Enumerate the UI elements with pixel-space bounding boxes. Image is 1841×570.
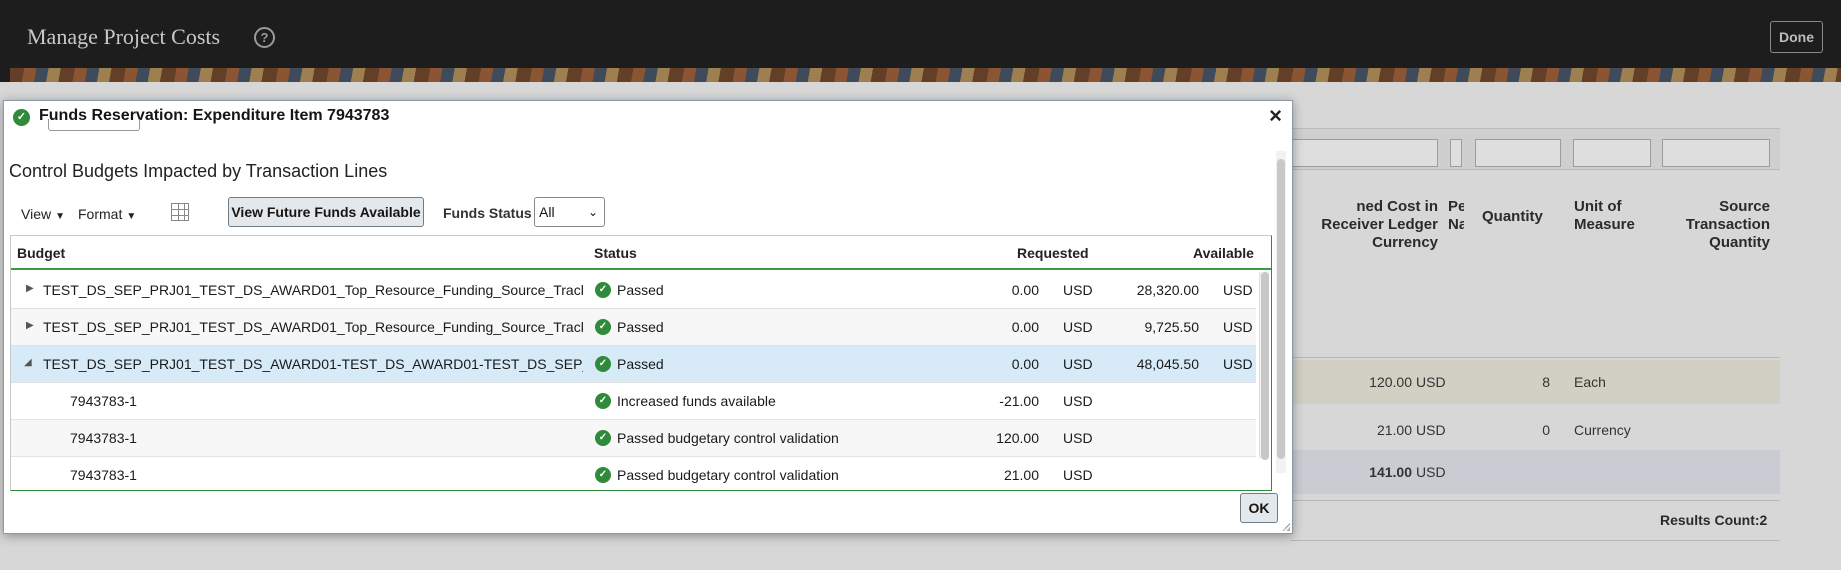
table-total-row: 141.00 USD xyxy=(1290,450,1780,494)
resize-handle-icon[interactable] xyxy=(1282,523,1290,531)
table-row-selected[interactable]: ◢ TEST_DS_SEP_PRJ01_TEST_DS_AWARD01-TEST… xyxy=(11,346,1256,383)
table-scrollbar[interactable] xyxy=(1259,272,1269,460)
ok-button[interactable]: OK xyxy=(1240,493,1278,523)
caret-down-icon: ▼ xyxy=(126,211,137,222)
filter-input[interactable] xyxy=(1290,139,1438,167)
chevron-down-icon: ⌄ xyxy=(587,205,598,219)
close-icon[interactable]: × xyxy=(1269,103,1282,129)
budgets-table: Budget Status Requested Available ▶ TEST… xyxy=(10,235,1272,491)
filter-input[interactable] xyxy=(1573,139,1651,167)
background-filter-bar xyxy=(1290,128,1780,170)
dialog-scrollbar[interactable] xyxy=(1276,151,1286,473)
funds-status-select[interactable]: All ⌄ xyxy=(534,197,605,227)
table-toolbar: View ▼ Format ▼ View Future Funds Availabl… xyxy=(4,197,1274,231)
done-button[interactable]: Done xyxy=(1770,21,1823,53)
collapse-icon[interactable]: ◢ xyxy=(24,357,32,368)
success-check-icon: ✓ xyxy=(595,430,611,446)
filter-input[interactable] xyxy=(1450,139,1462,167)
results-count: Results Count:2 xyxy=(1660,512,1768,528)
help-icon[interactable]: ? xyxy=(254,27,275,48)
success-check-icon: ✓ xyxy=(595,393,611,409)
column-header: Source Transaction Quantity xyxy=(1685,198,1770,251)
column-header-budget[interactable]: Budget xyxy=(17,245,65,261)
expand-icon[interactable]: ▶ xyxy=(26,320,34,331)
funds-reservation-dialog: ✓ Funds Reservation: Expenditure Item 79… xyxy=(3,100,1293,534)
table-row[interactable]: 120.00 USD 8 Each xyxy=(1290,360,1780,404)
table-row[interactable]: 7943783-1 ✓ Increased funds available -2… xyxy=(11,383,1256,420)
app-header: Manage Project Costs ? Done xyxy=(0,0,1841,82)
success-check-icon: ✓ xyxy=(595,356,611,372)
section-title: Control Budgets Impacted by Transaction … xyxy=(9,161,388,181)
background-table-header: ned Cost in Receiver Ledger Currency Pe … xyxy=(1290,198,1780,263)
partially-hidden-button[interactable] xyxy=(48,119,140,131)
filter-input[interactable] xyxy=(1662,139,1770,167)
freeze-columns-icon[interactable] xyxy=(171,203,189,221)
table-row[interactable]: ▶ TEST_DS_SEP_PRJ01_TEST_DS_AWARD01_Top_… xyxy=(11,272,1256,309)
column-header-available[interactable]: Available xyxy=(1193,245,1254,261)
column-header-requested[interactable]: Requested xyxy=(1017,245,1089,261)
success-check-icon: ✓ xyxy=(595,319,611,335)
header-banner-image xyxy=(10,68,1841,82)
table-row[interactable]: 21.00 USD 0 Currency xyxy=(1290,408,1780,452)
success-check-icon: ✓ xyxy=(13,109,30,126)
table-header: Budget Status Requested Available xyxy=(11,236,1271,270)
expand-icon[interactable]: ▶ xyxy=(26,283,34,294)
column-header: Quantity xyxy=(1482,208,1543,225)
success-check-icon: ✓ xyxy=(595,282,611,298)
page-title: Manage Project Costs xyxy=(27,24,221,49)
column-header: Pe Na xyxy=(1448,198,1464,233)
funds-status-label: Funds Status xyxy=(443,205,532,221)
column-header: Unit of Measure xyxy=(1574,198,1635,233)
table-row[interactable]: ▶ TEST_DS_SEP_PRJ01_TEST_DS_AWARD01_Top_… xyxy=(11,309,1256,346)
column-header: ned Cost in Receiver Ledger Currency xyxy=(1321,198,1438,251)
column-header-status[interactable]: Status xyxy=(594,245,637,261)
table-row[interactable]: 7943783-1 ✓ Passed budgetary control val… xyxy=(11,457,1256,490)
caret-down-icon: ▼ xyxy=(55,211,65,222)
dialog-scrollbar-thumb[interactable] xyxy=(1277,159,1285,459)
view-future-funds-button[interactable]: View Future Funds Available xyxy=(228,197,424,227)
table-scrollbar-thumb[interactable] xyxy=(1261,272,1269,460)
success-check-icon: ✓ xyxy=(595,467,611,483)
table-row[interactable]: 7943783-1 ✓ Passed budgetary control val… xyxy=(11,420,1256,457)
format-menu[interactable]: Format ▼ xyxy=(78,206,136,222)
filter-input[interactable] xyxy=(1475,139,1561,167)
view-menu[interactable]: View ▼ xyxy=(21,206,65,222)
